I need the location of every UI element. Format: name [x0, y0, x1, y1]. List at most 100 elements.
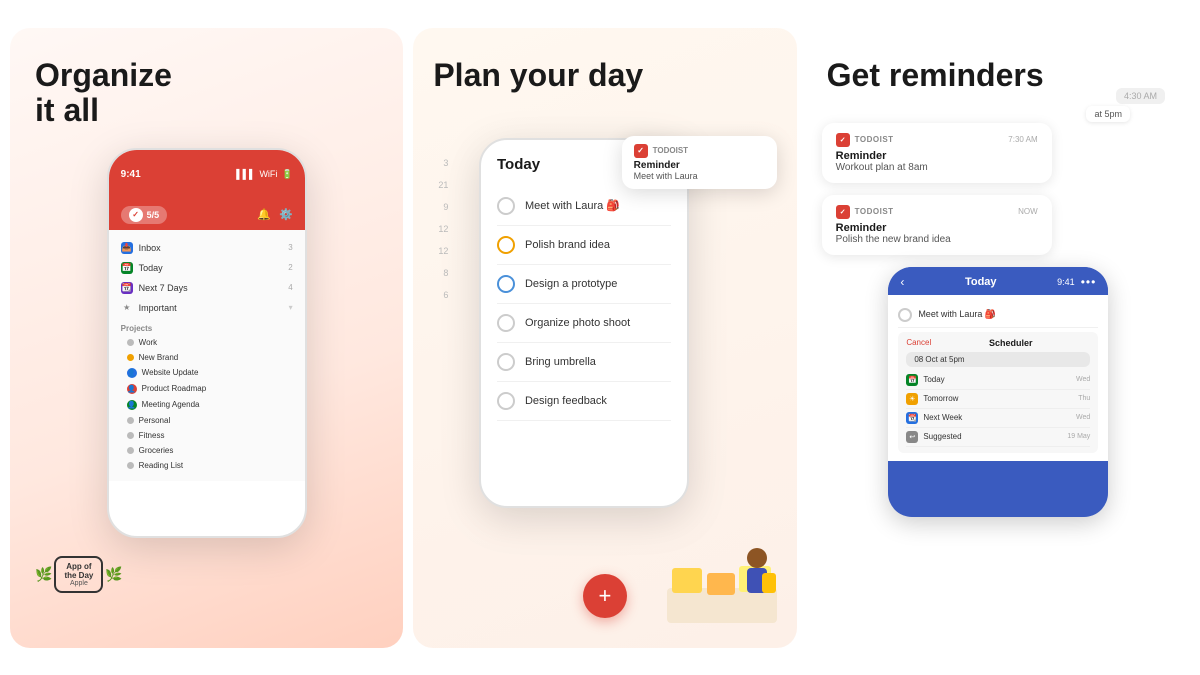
task-circle-1: [497, 197, 515, 215]
work-dot: [127, 339, 134, 346]
productroadmap-icon: 👤: [127, 384, 137, 394]
project-websiteupdate[interactable]: 👤 Website Update: [119, 365, 295, 381]
task-meet-laura[interactable]: Meet with Laura 🎒: [497, 187, 671, 226]
next7-icon: 📆: [121, 282, 133, 294]
p3-task-item[interactable]: Meet with Laura 🎒: [898, 303, 1098, 328]
readinglist-label: Reading List: [139, 461, 183, 470]
panel-reminders: Get reminders 4:30 AM at 5pm ✓ TODOIST 7…: [807, 28, 1190, 648]
sched-today-left: 📅 Today: [906, 374, 944, 386]
sched-tomorrow-label: Tomorrow: [923, 394, 958, 403]
sched-suggested[interactable]: ↩ Suggested 19 May: [906, 428, 1090, 447]
back-button[interactable]: ‹: [900, 275, 904, 289]
notif-title: Reminder: [634, 160, 765, 171]
sched-tomorrow[interactable]: ☀ Tomorrow Thu: [906, 390, 1090, 409]
task-circle-2: [497, 236, 515, 254]
reminder-1-icon: ✓: [836, 133, 850, 147]
sched-tomorrow-left: ☀ Tomorrow: [906, 393, 958, 405]
panel-organize: Organizeit all 9:41 ▌▌▌ WiFi 🔋 ✓ 5/5 🔔: [10, 28, 403, 648]
more-options-icon[interactable]: •••: [1081, 275, 1097, 289]
project-groceries[interactable]: Groceries: [119, 443, 295, 458]
today-label: Today: [139, 263, 163, 273]
score-circle: ✓: [129, 208, 143, 222]
cal-9: 9: [428, 202, 448, 212]
reminder-2-title: Reminder: [836, 222, 1038, 234]
scheduler-label: Scheduler: [989, 338, 1033, 348]
phone-1-header: 9:41 ▌▌▌ WiFi 🔋: [109, 150, 305, 200]
sched-nextweek-label: Next Week: [923, 413, 962, 422]
add-task-fab[interactable]: +: [583, 574, 627, 618]
next7-label: Next 7 Days: [139, 283, 188, 293]
meetingagenda-label: Meeting Agenda: [142, 400, 200, 409]
task-bring-umbrella[interactable]: Bring umbrella: [497, 343, 671, 382]
sched-nextweek-left: 📆 Next Week: [906, 412, 962, 424]
reminder-1-title: Reminder: [836, 150, 1038, 162]
sidebar-today[interactable]: 📅 Today 2: [119, 258, 295, 278]
scheduler-cancel[interactable]: Cancel: [906, 338, 931, 347]
at-5pm-label: at 5pm: [1086, 106, 1130, 122]
scheduler-header: Cancel Scheduler: [906, 338, 1090, 348]
task-polish-brand[interactable]: Polish brand idea: [497, 226, 671, 265]
today-icon-symbol: 📅: [908, 376, 917, 384]
project-fitness[interactable]: Fitness: [119, 428, 295, 443]
project-personal[interactable]: Personal: [119, 413, 295, 428]
fitness-dot: [127, 432, 134, 439]
task-organize-photo[interactable]: Organize photo shoot: [497, 304, 671, 343]
wifi-icon: WiFi: [259, 169, 277, 180]
cal-3: 3: [428, 158, 448, 168]
reminder-2-appname: TODOIST: [855, 207, 894, 216]
sidebar-inbox[interactable]: 📥 Inbox 3: [119, 238, 295, 258]
sched-today[interactable]: 📅 Today Wed: [906, 371, 1090, 390]
newbrand-label: New Brand: [139, 353, 179, 362]
reminder-2-app: ✓ TODOIST: [836, 205, 894, 219]
settings-icon[interactable]: ⚙️: [279, 208, 293, 221]
task-design-feedback[interactable]: Design feedback: [497, 382, 671, 421]
phone-3-title: Today: [965, 276, 997, 288]
project-work[interactable]: Work: [119, 335, 295, 350]
scheduler-section: Cancel Scheduler 08 Oct at 5pm 📅 Today W…: [898, 332, 1098, 453]
phone-2-mockup: Today Meet with Laura 🎒 Polish brand ide…: [479, 138, 689, 508]
sched-suggested-left: ↩ Suggested: [906, 431, 961, 443]
date-pill[interactable]: 08 Oct at 5pm: [906, 352, 1090, 367]
illustration-area: [657, 528, 787, 628]
project-readinglist[interactable]: Reading List: [119, 458, 295, 473]
sched-nextweek-icon: 📆: [906, 412, 918, 424]
project-newbrand[interactable]: New Brand: [119, 350, 295, 365]
reminder-2-icon: ✓: [836, 205, 850, 219]
sched-tomorrow-icon: ☀: [906, 393, 918, 405]
phone-1-time: 9:41: [121, 169, 141, 180]
cal-12a: 12: [428, 224, 448, 234]
sched-today-day: Wed: [1076, 376, 1090, 383]
time-label: 4:30 AM: [1116, 88, 1165, 104]
panel-1-title: Organizeit all: [25, 58, 172, 128]
bell-icon[interactable]: 🔔: [257, 208, 271, 221]
panel-plan: Plan your day ✓ TODOIST Reminder Meet wi…: [413, 28, 796, 648]
sched-nextweek[interactable]: 📆 Next Week Wed: [906, 409, 1090, 428]
p3-task-label: Meet with Laura 🎒: [918, 309, 996, 320]
reminder-card-2: ✓ TODOIST NOW Reminder Polish the new br…: [822, 195, 1052, 255]
project-productroadmap[interactable]: 👤 Product Roadmap: [119, 381, 295, 397]
sched-suggested-label: Suggested: [923, 432, 961, 441]
sidebar-important[interactable]: ★ Important ▾: [119, 298, 295, 318]
task-label-6: Design feedback: [525, 395, 607, 407]
calendar-strip: 3 21 9 12 12 8 6: [428, 158, 448, 300]
score-label: 5/5: [147, 210, 160, 220]
reminder-2-time: NOW: [1018, 207, 1038, 216]
personal-dot: [127, 417, 134, 424]
suggested-icon-symbol: ↩: [909, 433, 915, 441]
sched-suggested-day: 19 May: [1067, 433, 1090, 440]
notif-header: ✓ TODOIST: [634, 144, 765, 158]
today-icon: 📅: [121, 262, 133, 274]
meetingagenda-icon: 👤: [127, 400, 137, 410]
laurel-decoration: 🌿 App of the Day Apple 🌿: [35, 556, 123, 593]
sched-nextweek-day: Wed: [1076, 414, 1090, 421]
inbox-label: Inbox: [139, 243, 161, 253]
apple-badge: 🌿 App of the Day Apple 🌿: [35, 556, 123, 593]
sidebar-next7[interactable]: 📆 Next 7 Days 4: [119, 278, 295, 298]
notif-app-name: TODOIST: [653, 146, 688, 155]
project-meetingagenda[interactable]: 👤 Meeting Agenda: [119, 397, 295, 413]
task-label-1: Meet with Laura 🎒: [525, 199, 620, 212]
cal-6: 6: [428, 290, 448, 300]
notif-app-icon: ✓: [634, 144, 648, 158]
task-design-prototype[interactable]: Design a prototype: [497, 265, 671, 304]
task-circle-4: [497, 314, 515, 332]
